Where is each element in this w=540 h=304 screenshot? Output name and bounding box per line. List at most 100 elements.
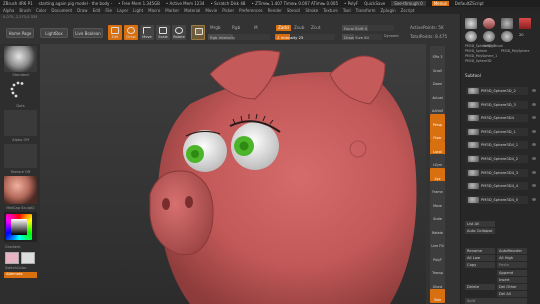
menu-brush[interactable]: Brush [19,8,31,13]
eye-icon[interactable] [532,143,536,147]
split-button[interactable]: Split [465,298,527,304]
menu-texture[interactable]: Texture [323,8,338,13]
eye-icon[interactable] [532,157,536,160]
rtool-persp[interactable]: Persp [430,113,445,128]
tool-list-label[interactable]: SimpleBrush [483,44,503,48]
rtool-actual[interactable]: Actual [430,86,445,101]
default-zscript[interactable]: DefaultZScript [455,1,484,6]
subtool-item[interactable]: PM3D_Sphere3D4_1 [466,141,536,150]
tool-list-label[interactable]: PM3D_Sphere [465,49,487,53]
menu-material[interactable]: Material [184,8,200,13]
rgb-intensity-slider[interactable]: Rgb Intensity [208,34,270,40]
eye-icon[interactable] [532,102,536,106]
rtool-aahalf[interactable]: AAHalf [430,100,445,114]
paste-button[interactable]: Paste [497,262,527,268]
tool-move[interactable]: Move [140,25,154,40]
eye-icon[interactable] [532,184,536,188]
brush-thumbnail[interactable] [4,46,37,72]
delete-button[interactable]: Delete [465,284,495,290]
quicksave-button[interactable]: QuickSave [364,1,385,6]
rtool-scale[interactable]: Scale [430,208,445,222]
all-low-button[interactable]: All Low [465,255,495,261]
stroke-thumbnail[interactable] [4,78,37,102]
append-button[interactable]: Append [497,270,527,276]
menu-transform[interactable]: Transform [356,8,376,13]
secondary-color-swatch[interactable] [21,252,35,264]
tool-thumbnail[interactable] [501,18,513,29]
tool-list-label[interactable]: PM3D_PolySphere [501,49,530,53]
live-boolean-button[interactable]: Live Boolean [73,28,103,38]
tool-draw[interactable]: Draw [124,25,138,40]
menu-preferences[interactable]: Preferences [239,8,263,13]
tool-thumbnail[interactable] [501,31,513,42]
mrgb-button[interactable]: Mrgb [210,25,221,30]
del-all-button[interactable]: Del All [497,291,527,297]
rtool-move[interactable]: Move [430,194,445,209]
home-page-button[interactable]: Home Page [6,28,34,38]
focal-shift-slider[interactable]: Focal Shift 0 [342,25,394,31]
menu-zscript[interactable]: Zscript [401,8,415,13]
rename-button[interactable]: Rename [465,248,495,254]
tool-thumbnail[interactable] [483,18,495,29]
main-color-swatch[interactable] [5,252,19,264]
tool-thumbnail[interactable] [465,18,477,29]
alternate-button[interactable]: Alternate [4,272,37,278]
auto-reorder-button[interactable]: AutoReorder [497,248,527,254]
menus-button[interactable]: Menus [431,1,449,6]
eye-icon[interactable] [532,129,536,133]
menu-document[interactable]: Document [51,8,72,13]
list-all-button[interactable]: List All [465,221,495,227]
menu-color[interactable]: Color [36,8,46,13]
rtool-solo[interactable]: Solo [430,289,445,303]
rtool-polyf[interactable]: PolyF [430,248,445,263]
subtool-item[interactable]: PM3D_Sphere3D_2 [466,87,536,95]
tool-thumbnail[interactable] [483,31,495,42]
tool-scale[interactable]: Scale [156,25,170,40]
rtool-line-fill[interactable]: Line Fill [430,235,445,249]
tool-edit[interactable]: Edit [108,25,122,40]
all-high-button[interactable]: All High [497,255,527,261]
menu-render[interactable]: Render [268,8,282,13]
menu-stencil[interactable]: Stencil [287,8,301,13]
menu-edit[interactable]: Edit [93,8,101,13]
subtool-item[interactable]: PM3D_Sphere3D4_5 [466,195,536,204]
rtool-local[interactable]: Local [430,140,445,155]
color-picker[interactable] [4,212,37,242]
menu-picker[interactable]: Picker [222,8,234,13]
menu-macro[interactable]: Macro [148,8,160,13]
eye-icon[interactable] [532,89,536,92]
menu-light[interactable]: Light [133,8,143,13]
menu-tool[interactable]: Tool [343,8,351,13]
zadd-button[interactable]: Zadd [276,25,291,32]
subtool-item[interactable]: PM3D_Sphere3D_1 [466,127,536,136]
material-thumbnail[interactable] [4,176,37,204]
rtool-zoom[interactable]: Zoom [430,73,445,87]
rtool-xyz[interactable]: Xyz [430,167,445,182]
zcut-button[interactable]: Zcut [311,25,320,30]
menu-zplugin[interactable]: Zplugin [381,8,396,13]
rtool-floor[interactable]: Floor [430,127,445,141]
rgb-button[interactable]: Rgb [232,25,240,30]
subtool-item[interactable]: PM3D_Sphere3D4_2 [466,155,536,163]
rtool-ghost[interactable]: Ghost [430,275,445,290]
m-button[interactable]: M [254,25,258,30]
zsub-button[interactable]: Zsub [294,25,304,30]
z-intensity-slider[interactable]: Z Intensity 25 [275,34,335,40]
eye-icon[interactable] [532,116,536,120]
menu-layer[interactable]: Layer [117,8,128,13]
menu-file[interactable]: File [105,8,112,13]
menu-movie[interactable]: Movie [205,8,217,13]
rtool-frame[interactable]: Frame [430,181,445,195]
rtool-scroll[interactable]: Scroll [430,59,445,74]
subtool-item[interactable]: PM3D_Sphere3D4_3 [466,168,536,177]
insert-button[interactable]: Insert [497,277,527,283]
lightbox-button[interactable]: LightBox [40,28,68,38]
eye-icon[interactable] [532,197,536,201]
tool-rotate[interactable]: Rotate [172,25,186,40]
canvas-viewport[interactable] [40,44,426,304]
tool-thumbnail[interactable] [465,31,477,42]
alpha-thumbnail[interactable] [4,110,37,136]
menu-alpha[interactable]: Alpha [3,8,14,13]
menu-stroke[interactable]: Stroke [305,8,318,13]
see-through-slider[interactable]: See-through 0 [391,1,426,6]
